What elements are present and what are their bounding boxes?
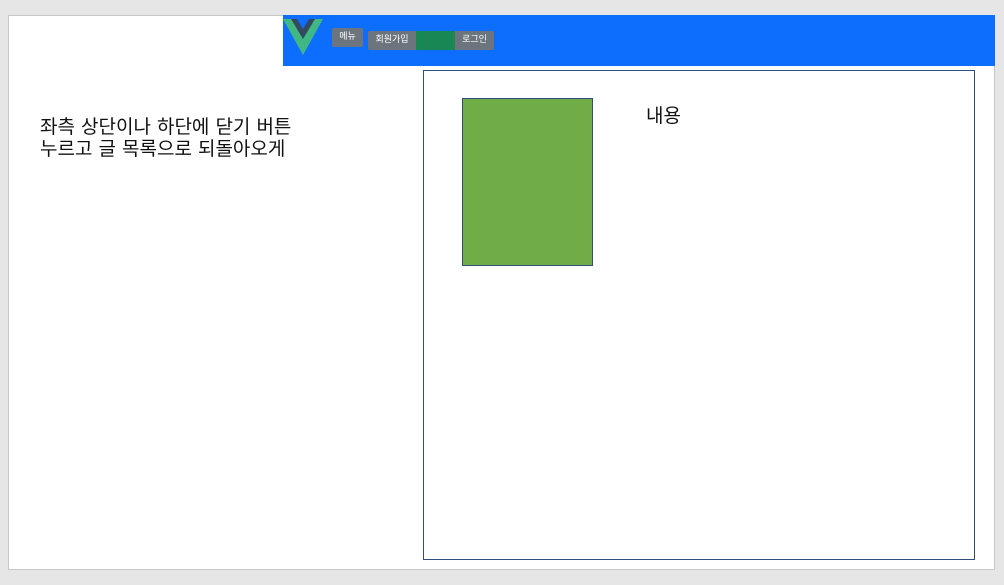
instruction-text: 좌측 상단이나 하단에 닫기 버튼 누르고 글 목록으로 되돌아오게	[40, 116, 292, 160]
middle-button[interactable]	[416, 31, 455, 50]
content-panel: 내용	[423, 70, 975, 560]
vue-logo-icon[interactable]	[283, 19, 323, 55]
navbar: 메뉴 회원가입 로그인	[283, 15, 995, 66]
image-placeholder	[462, 98, 593, 266]
content-label: 내용	[646, 105, 681, 127]
menu-button[interactable]: 메뉴	[332, 28, 363, 47]
signup-button[interactable]: 회원가입	[368, 31, 416, 50]
login-button[interactable]: 로그인	[455, 31, 494, 50]
